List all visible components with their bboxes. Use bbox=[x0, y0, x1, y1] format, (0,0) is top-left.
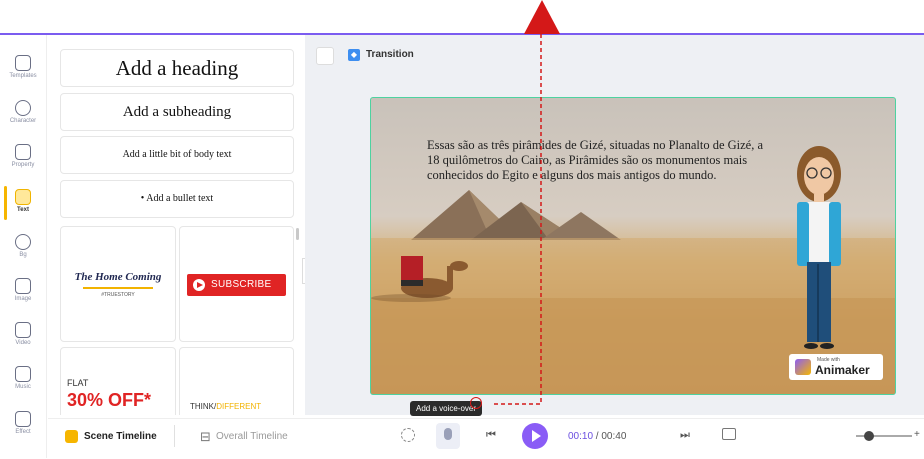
template-card-think-different[interactable]: THINK/DIFFERENT bbox=[179, 347, 294, 415]
skip-back-icon[interactable]: ⏮ bbox=[486, 429, 496, 442]
active-tab-indicator bbox=[4, 186, 7, 220]
flat-label: FLAT bbox=[67, 378, 89, 388]
sidebar-item-label: Image bbox=[14, 296, 32, 302]
music-icon bbox=[15, 366, 31, 382]
animaker-logo-icon bbox=[795, 359, 811, 375]
zoom-in-icon[interactable]: + bbox=[914, 429, 920, 440]
sidebar-item-image[interactable]: Image bbox=[0, 272, 46, 312]
text-panel: Add a heading Add a subheading Add a lit… bbox=[48, 35, 304, 415]
sidebar-item-effect[interactable]: Effect bbox=[0, 405, 46, 445]
current-time: 00:10 bbox=[568, 431, 594, 442]
sidebar-item-character[interactable]: Character bbox=[0, 94, 46, 134]
sidebar-item-label: Music bbox=[15, 384, 31, 390]
heading-text-option[interactable]: Add a heading bbox=[60, 49, 294, 87]
camera-icon[interactable] bbox=[401, 428, 415, 442]
microphone-icon bbox=[444, 428, 452, 440]
scene-select-checkbox[interactable] bbox=[316, 47, 334, 65]
annotation-target-circle bbox=[470, 397, 482, 409]
sidebar-item-templates[interactable]: Templates bbox=[0, 49, 46, 89]
character-icon bbox=[15, 100, 31, 116]
sidebar-item-label: Character bbox=[9, 118, 37, 124]
home-coming-tag: #TRUESTORY bbox=[101, 292, 135, 298]
sidebar-item-music[interactable]: Music bbox=[0, 360, 46, 400]
left-sidebar: Templates Character Property Text Bg Ima… bbox=[0, 35, 47, 458]
time-readout: 00:10 / 00:40 bbox=[568, 431, 626, 442]
scene-caption-text[interactable]: Essas são as três pirâmides de Gizé, sit… bbox=[427, 138, 777, 183]
body-text-option[interactable]: Add a little bit of body text bbox=[60, 136, 294, 174]
scene-canvas[interactable]: Essas são as três pirâmides de Gizé, sit… bbox=[370, 97, 896, 395]
text-icon bbox=[15, 189, 31, 205]
home-coming-title: The Home Coming bbox=[74, 271, 162, 283]
template-card-subscribe[interactable]: SUBSCRIBE bbox=[179, 226, 294, 342]
overall-timeline-icon: ⊟ bbox=[200, 429, 211, 444]
annotation-arrow-head bbox=[524, 0, 560, 34]
sidebar-item-video[interactable]: Video bbox=[0, 316, 46, 356]
transition-icon: ◆ bbox=[348, 49, 360, 61]
bullet-text-option[interactable]: • Add a bullet text bbox=[60, 180, 294, 218]
sidebar-item-label: Templates bbox=[9, 73, 37, 79]
property-icon bbox=[15, 144, 31, 160]
total-time: 00:40 bbox=[601, 431, 627, 442]
bullet-text-label: Add a bullet text bbox=[146, 193, 214, 204]
voice-over-button[interactable] bbox=[436, 423, 460, 449]
sidebar-item-property[interactable]: Property bbox=[0, 138, 46, 178]
video-icon bbox=[15, 322, 31, 338]
background-icon bbox=[15, 234, 31, 250]
off-label: 30% OFF* bbox=[67, 390, 152, 410]
subscribe-label: SUBSCRIBE bbox=[211, 279, 272, 290]
animaker-watermark: Made with Animaker bbox=[789, 354, 883, 380]
template-card-home-coming[interactable]: The Home Coming #TRUESTORY bbox=[60, 226, 176, 342]
image-icon bbox=[15, 278, 31, 294]
scene-timeline-icon bbox=[65, 430, 78, 443]
panel-scrollbar[interactable] bbox=[296, 228, 299, 240]
overall-timeline-tab[interactable]: Overall Timeline bbox=[216, 431, 288, 442]
subtitles-icon[interactable] bbox=[722, 428, 736, 440]
play-icon bbox=[532, 430, 541, 442]
different-label: DIFFERENT bbox=[216, 402, 262, 411]
effect-icon bbox=[15, 411, 31, 427]
think-label: THINK/ bbox=[190, 402, 217, 411]
sidebar-item-label: Effect bbox=[15, 429, 31, 435]
subscribe-button-graphic: SUBSCRIBE bbox=[187, 274, 286, 296]
transition-label: Transition bbox=[366, 49, 414, 60]
play-triangle-icon bbox=[197, 282, 203, 288]
zoom-slider-handle[interactable] bbox=[864, 431, 874, 441]
sidebar-item-label: Property bbox=[11, 162, 35, 168]
think-different-text: THINK/DIFFERENT bbox=[190, 402, 261, 411]
templates-icon bbox=[15, 55, 31, 71]
sidebar-item-label: Bg bbox=[19, 252, 27, 258]
subheading-text-option[interactable]: Add a subheading bbox=[60, 93, 294, 131]
template-card-flat-off[interactable]: FLAT 30% OFF* bbox=[60, 347, 176, 415]
play-button[interactable] bbox=[522, 423, 548, 449]
timeline-toolbar: Scene Timeline ⊟ Overall Timeline ⏮ 00:1… bbox=[48, 418, 924, 459]
skip-forward-icon[interactable]: ⏭ bbox=[680, 429, 690, 442]
scene-timeline-tab[interactable]: Scene Timeline bbox=[84, 431, 157, 442]
toolbar-divider bbox=[174, 425, 175, 447]
home-coming-underline bbox=[83, 287, 153, 289]
watermark-brand-name: Animaker bbox=[815, 363, 870, 377]
sidebar-item-label: Video bbox=[15, 340, 31, 346]
sidebar-item-bg[interactable]: Bg bbox=[0, 228, 46, 268]
transition-control[interactable]: ◆ Transition bbox=[316, 45, 426, 65]
